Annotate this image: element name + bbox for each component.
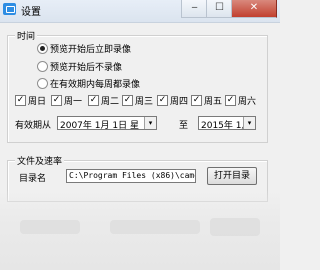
check-icon[interactable]: ✓: [191, 95, 202, 106]
chevron-down-icon[interactable]: ▾: [243, 117, 255, 129]
file-group-legend: 文件及速率: [15, 154, 65, 167]
weekday-label: 周五: [204, 97, 223, 107]
blurred-shape: [20, 220, 80, 234]
weekday-label: 周一: [64, 97, 83, 107]
time-group-legend: 时间: [15, 29, 38, 42]
radio-label: 预览开始后立即录像: [50, 45, 132, 55]
blurred-shape: [210, 218, 260, 236]
to-label: 至: [179, 121, 189, 131]
weekday-label: 周三: [135, 97, 154, 107]
radio-button[interactable]: [37, 78, 48, 89]
weekday-label: 周六: [238, 97, 257, 107]
check-icon[interactable]: ✓: [225, 95, 236, 106]
chevron-down-icon[interactable]: ▾: [144, 117, 156, 129]
check-icon[interactable]: ✓: [122, 95, 133, 106]
check-icon[interactable]: ✓: [88, 95, 99, 106]
check-icon[interactable]: ✓: [15, 95, 26, 106]
start-date-value: 2007年 1月 1日 星: [60, 121, 139, 130]
maximize-button[interactable]: ☐: [206, 0, 232, 18]
radio-button[interactable]: [37, 61, 48, 72]
weekday-label: 周二: [101, 97, 120, 107]
radio-label: 预览开始后不录像: [50, 63, 123, 73]
dir-label: 目录名: [19, 174, 47, 184]
radio-button[interactable]: [37, 43, 48, 54]
valid-period-label: 有效期从: [15, 121, 52, 131]
check-icon[interactable]: ✓: [51, 95, 62, 106]
start-date-picker[interactable]: 2007年 1月 1日 星 ▾: [57, 116, 157, 130]
title-bar: 设置 ‒ ☐ ✕: [0, 0, 280, 23]
open-dir-button[interactable]: 打开目录: [207, 167, 257, 185]
radio-label: 在有效期内每周都录像: [50, 80, 141, 90]
end-date-picker[interactable]: 2015年 1月 1日 星 ▾: [198, 116, 256, 130]
window-title: 设置: [21, 7, 41, 18]
minimize-button[interactable]: ‒: [181, 0, 207, 18]
dir-path-field[interactable]: C:\Program Files (x86)\camera: [66, 169, 196, 183]
check-icon[interactable]: ✓: [157, 95, 168, 106]
blurred-region: [0, 190, 280, 270]
weekday-label: 周四: [170, 97, 189, 107]
weekday-label: 周日: [28, 97, 47, 107]
blurred-shape: [110, 220, 200, 234]
close-button[interactable]: ✕: [231, 0, 277, 18]
app-icon: [3, 3, 16, 15]
